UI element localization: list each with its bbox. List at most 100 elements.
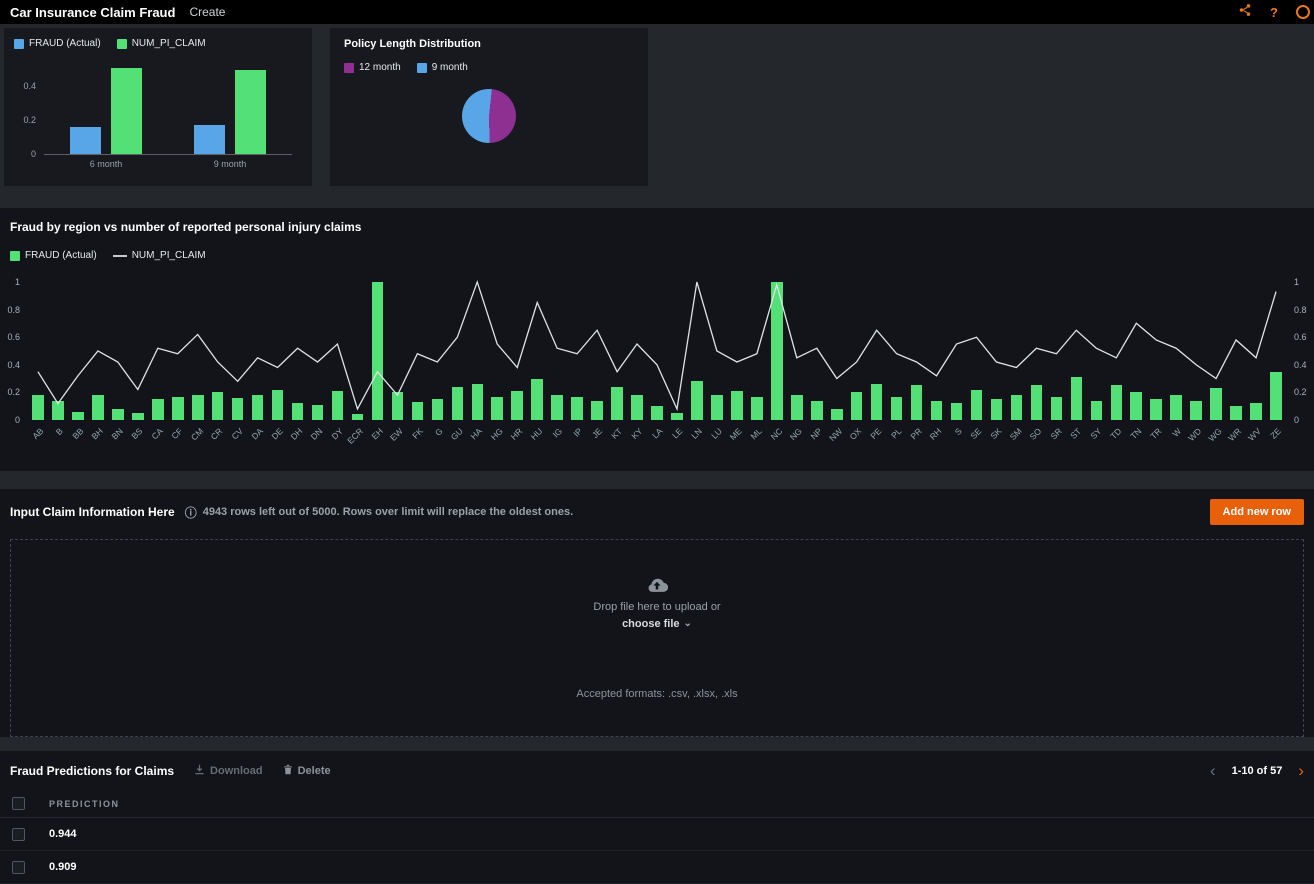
- x-axis-label-text: GU: [448, 426, 464, 442]
- app-header: Car Insurance Claim Fraud Create ?: [0, 0, 1314, 24]
- x-axis-label: WG: [1206, 423, 1226, 457]
- bar: [235, 70, 266, 154]
- x-axis-label: KT: [607, 423, 627, 457]
- input-claim-section: Input Claim Information Here ⓘ 4943 rows…: [0, 489, 1314, 737]
- x-axis-label-text: DH: [289, 426, 305, 442]
- x-axis-label: ME: [727, 423, 747, 457]
- x-axis-label-text: TN: [1128, 426, 1143, 441]
- x-axis-label-text: SY: [1088, 426, 1103, 441]
- choose-file-label: choose file: [622, 618, 679, 630]
- legend-label: NUM_PI_CLAIM: [132, 250, 206, 261]
- x-axis-label: 9 month: [214, 159, 247, 169]
- page-title: Car Insurance Claim Fraud: [10, 5, 175, 20]
- x-axis-label-text: BN: [110, 426, 125, 441]
- x-axis-label: BB: [68, 423, 88, 457]
- x-axis-label-text: BS: [130, 426, 145, 441]
- pie-chart: [462, 89, 516, 143]
- y-axis-tick: 0: [15, 415, 20, 425]
- accepted-formats-text: Accepted formats: .csv, .xlsx, .xls: [576, 688, 737, 700]
- row-checkbox[interactable]: [12, 861, 25, 874]
- file-dropzone[interactable]: Drop file here to upload or choose file …: [10, 539, 1304, 737]
- download-button[interactable]: Download: [194, 764, 263, 778]
- x-axis-label-text: WR: [1226, 426, 1243, 443]
- x-axis-label-text: LU: [709, 426, 724, 441]
- bar-group: [70, 65, 142, 154]
- help-icon[interactable]: ?: [1270, 5, 1278, 20]
- x-axis-label: HG: [487, 423, 507, 457]
- add-new-row-button[interactable]: Add new row: [1210, 499, 1304, 525]
- predictions-body: 0.9440.909: [0, 818, 1314, 884]
- prev-page-icon[interactable]: ‹: [1210, 762, 1216, 779]
- share-icon[interactable]: [1238, 3, 1252, 22]
- x-axis-label-text: CF: [170, 426, 185, 441]
- x-axis-label: SK: [987, 423, 1007, 457]
- x-axis-label: NP: [807, 423, 827, 457]
- x-axis-label: HR: [507, 423, 527, 457]
- prediction-column-header: PREDICTION: [49, 799, 120, 809]
- x-axis-label-text: DA: [249, 426, 264, 441]
- x-axis-label-text: ECR: [345, 426, 365, 446]
- y-axis-tick: 0.2: [7, 387, 20, 397]
- legend-item: 9 month: [417, 62, 468, 73]
- chart-title: Fraud by region vs number of reported pe…: [0, 220, 1314, 234]
- x-axis-label: CF: [168, 423, 188, 457]
- x-axis-label: ST: [1066, 423, 1086, 457]
- bar: [111, 68, 142, 154]
- y-axis-tick: 1: [1294, 277, 1299, 287]
- x-axis-label: OX: [847, 423, 867, 457]
- mini-y-axis: 00.20.4: [16, 65, 42, 154]
- delete-button[interactable]: Delete: [283, 764, 331, 778]
- choose-file-link[interactable]: choose file ⌄: [622, 618, 692, 630]
- combo-line: [28, 275, 1286, 420]
- y-axis-tick: 0.6: [7, 332, 20, 342]
- x-axis-label: 6 month: [90, 159, 123, 169]
- x-axis-label-text: SM: [1007, 426, 1023, 442]
- green-swatch-icon: [117, 39, 127, 49]
- legend-item: NUM_PI_CLAIM: [117, 38, 206, 49]
- x-axis-label: SM: [1006, 423, 1026, 457]
- x-axis-label-text: WV: [1246, 426, 1263, 443]
- region-chart-panel: Fraud by region vs number of reported pe…: [0, 208, 1314, 471]
- x-axis-label: TN: [1126, 423, 1146, 457]
- section-title: Input Claim Information Here: [10, 505, 175, 519]
- info-circle-icon[interactable]: [1296, 5, 1310, 19]
- x-axis-label: LN: [687, 423, 707, 457]
- pie-legend: 12 month 9 month: [344, 62, 634, 73]
- x-axis-label: WR: [1226, 423, 1246, 457]
- select-all-checkbox[interactable]: [12, 797, 25, 810]
- input-section-header: Input Claim Information Here ⓘ 4943 rows…: [0, 489, 1314, 535]
- create-button[interactable]: Create: [189, 5, 225, 19]
- y-axis-tick: 0.4: [1294, 360, 1307, 370]
- blue-swatch-icon: [14, 39, 24, 49]
- bar: [194, 125, 225, 154]
- x-axis-label: NW: [827, 423, 847, 457]
- x-axis-label-text: W: [1171, 426, 1184, 439]
- rows-limit-note: ⓘ 4943 rows left out of 5000. Rows over …: [185, 504, 573, 521]
- x-axis-label: GU: [447, 423, 467, 457]
- pagination: ‹ 1-10 of 57 ›: [1210, 762, 1304, 779]
- x-axis-label: SR: [1046, 423, 1066, 457]
- row-checkbox[interactable]: [12, 828, 25, 841]
- left-y-axis: 00.20.40.60.81: [2, 275, 26, 420]
- x-axis-label-text: EH: [369, 426, 384, 441]
- x-axis-label: BH: [88, 423, 108, 457]
- y-axis-tick: 0.2: [1294, 387, 1307, 397]
- next-page-icon[interactable]: ›: [1298, 762, 1304, 779]
- x-axis-label: DE: [268, 423, 288, 457]
- right-y-axis: 00.20.40.60.81: [1288, 275, 1312, 420]
- x-axis-label-text: ML: [749, 426, 764, 441]
- x-axis-label: SY: [1086, 423, 1106, 457]
- x-axis-label-text: SK: [988, 426, 1003, 441]
- x-axis-label-text: DE: [269, 426, 284, 441]
- info-icon: ⓘ: [185, 504, 197, 521]
- x-axis-label: TD: [1106, 423, 1126, 457]
- x-axis-label: RH: [927, 423, 947, 457]
- x-axis-label-text: HU: [529, 426, 545, 442]
- x-axis-label-text: HA: [469, 426, 484, 441]
- y-axis-tick: 0.2: [23, 115, 36, 125]
- bar-group: [194, 65, 266, 154]
- x-axis-label: LA: [647, 423, 667, 457]
- x-axis-label-text: SO: [1028, 426, 1044, 442]
- x-axis-label-text: CM: [188, 426, 204, 442]
- prediction-value: 0.944: [49, 828, 77, 840]
